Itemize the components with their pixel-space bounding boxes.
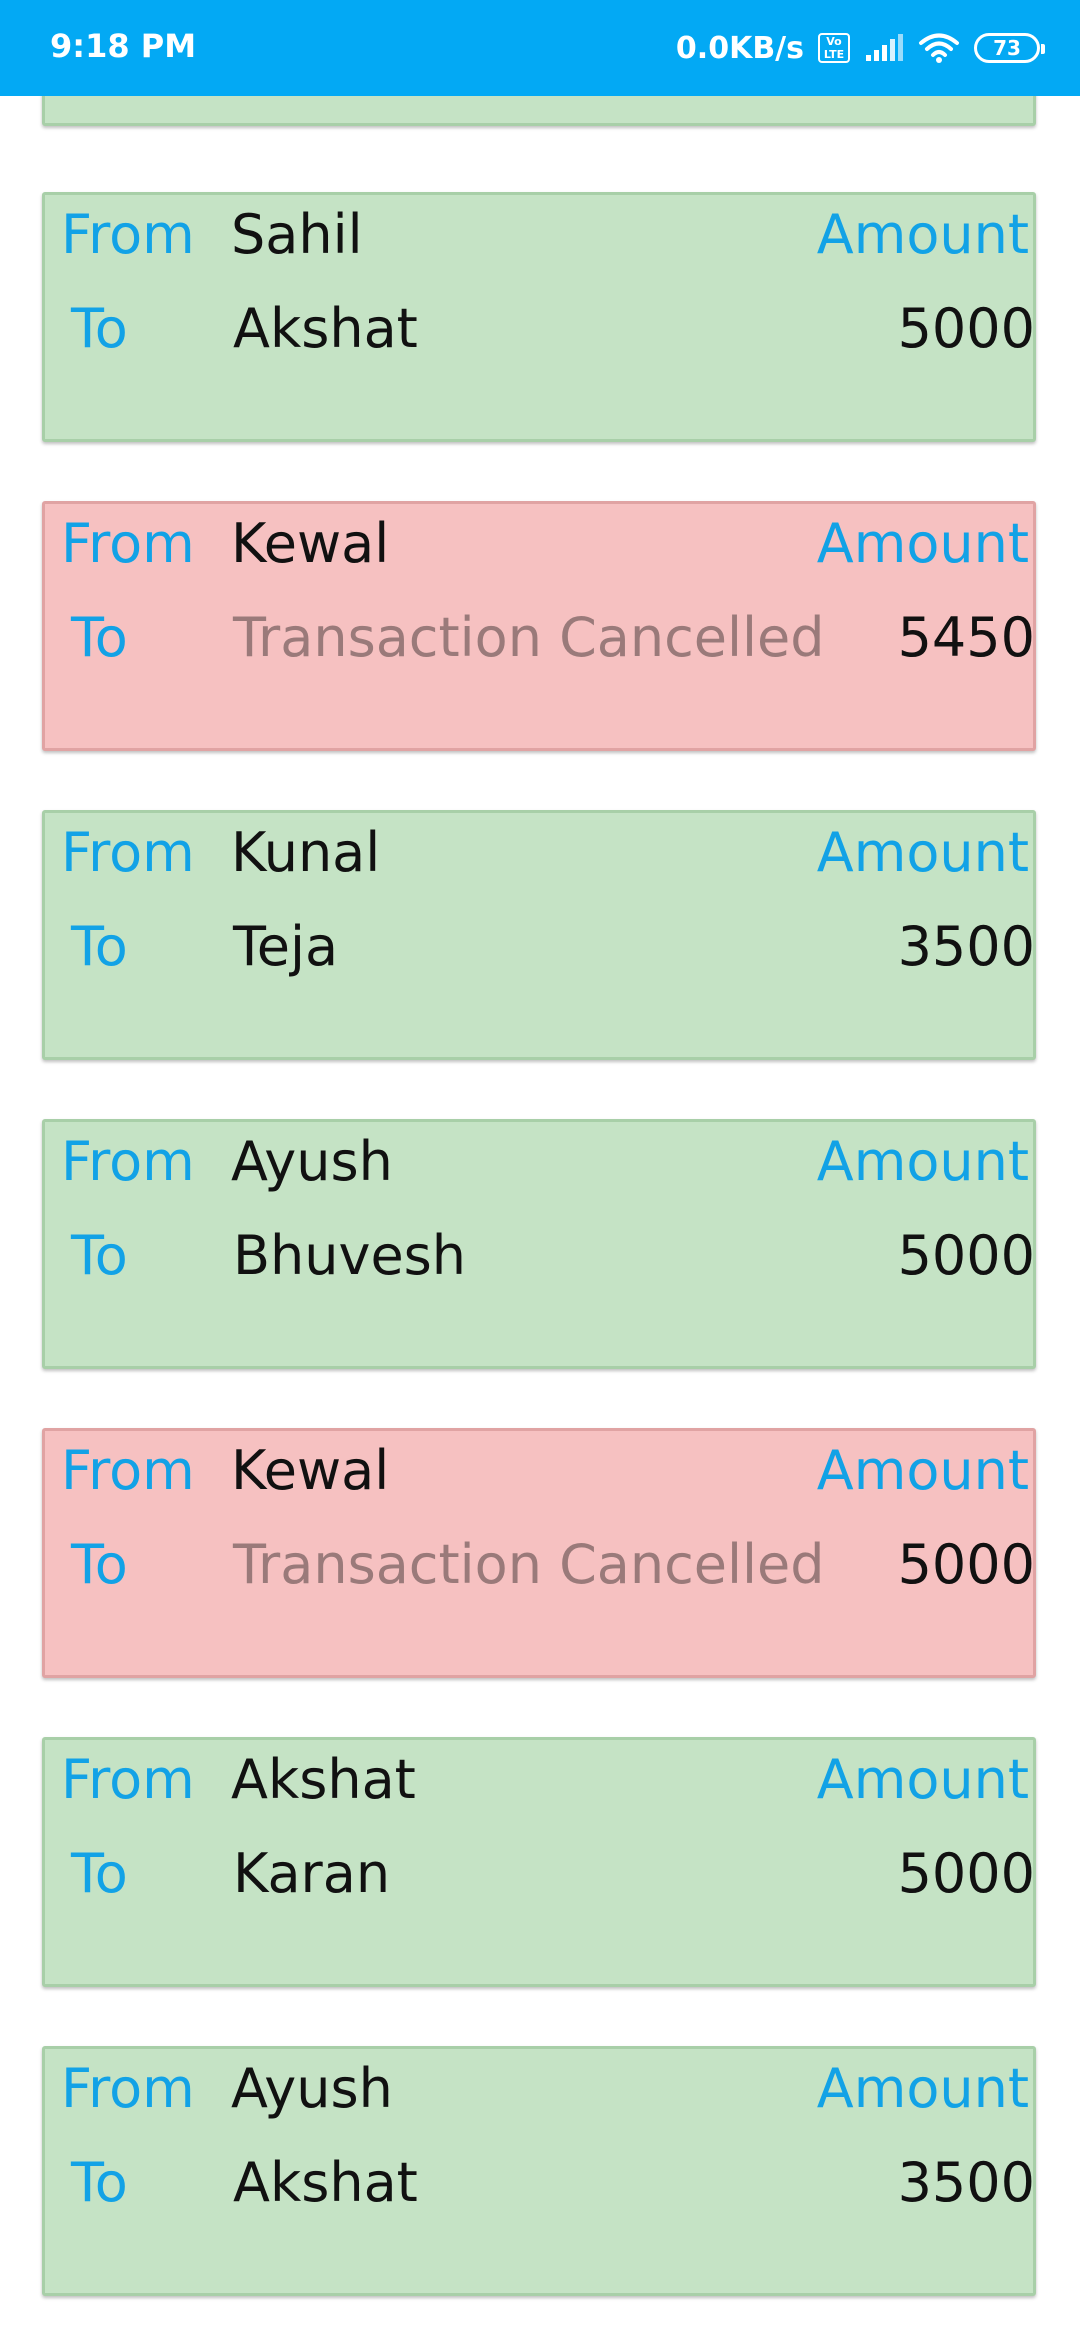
from-label: From: [61, 512, 195, 575]
amount-value: 5000: [897, 1224, 1035, 1287]
status-icons: 0.0KB/s Vo LTE 73: [675, 24, 1045, 72]
from-name: Sahil: [231, 203, 363, 266]
transaction-card[interactable]: From Akshat Amount To Karan 5000: [42, 1737, 1036, 1987]
to-name: Teja: [233, 915, 339, 978]
to-name: Bhuvesh: [233, 1224, 467, 1287]
from-name: Akshat: [231, 1748, 416, 1811]
to-label: To: [71, 606, 128, 669]
transaction-card[interactable]: From Sahil Amount To Akshat 5000: [42, 192, 1036, 442]
to-label: To: [71, 1842, 128, 1905]
amount-value: 3500: [897, 915, 1035, 978]
amount-label: Amount: [816, 203, 1029, 266]
from-name: Kewal: [231, 1439, 390, 1502]
to-name: Akshat: [233, 297, 418, 360]
amount-label: Amount: [816, 821, 1029, 884]
amount-value: 5000: [897, 1842, 1035, 1905]
battery-icon: 73: [974, 33, 1045, 63]
transaction-card[interactable]: From Ayush Amount To Akshat 3500: [42, 2046, 1036, 2296]
from-label: From: [61, 203, 195, 266]
amount-label: Amount: [816, 1748, 1029, 1811]
from-label: From: [61, 1130, 195, 1193]
amount-value: 5000: [897, 1533, 1035, 1596]
amount-value: 5000: [897, 297, 1035, 360]
volte-icon: Vo LTE: [818, 33, 850, 63]
to-label: To: [71, 915, 128, 978]
from-label: From: [61, 821, 195, 884]
from-name: Ayush: [231, 1130, 393, 1193]
to-label: To: [71, 1224, 128, 1287]
amount-value: 5450: [897, 606, 1035, 669]
from-label: From: [61, 1748, 195, 1811]
from-name: Kewal: [231, 512, 390, 575]
transaction-list[interactable]: From Sahil Amount To Akshat 5000 From Ke…: [0, 96, 1080, 2340]
to-label: To: [71, 297, 128, 360]
transaction-card[interactable]: From Ayush Amount To Bhuvesh 5000: [42, 1119, 1036, 1369]
transaction-card-cancelled[interactable]: From Kewal Amount To Transaction Cancell…: [42, 1428, 1036, 1678]
from-name: Kunal: [231, 821, 381, 884]
to-label: To: [71, 2151, 128, 2214]
transaction-card-cancelled[interactable]: From Kewal Amount To Transaction Cancell…: [42, 501, 1036, 751]
amount-label: Amount: [816, 1439, 1029, 1502]
wifi-icon: [919, 33, 959, 63]
status-time: 9:18 PM: [50, 27, 197, 65]
amount-value: 3500: [897, 2151, 1035, 2214]
from-name: Ayush: [231, 2057, 393, 2120]
transaction-card[interactable]: From Kunal Amount To Teja 3500: [42, 810, 1036, 1060]
to-name: Akshat: [233, 2151, 418, 2214]
amount-label: Amount: [816, 512, 1029, 575]
status-bar: 9:18 PM 0.0KB/s Vo LTE 73: [0, 0, 1080, 96]
network-speed: 0.0KB/s: [675, 30, 804, 66]
to-label: To: [71, 1533, 128, 1596]
from-label: From: [61, 1439, 195, 1502]
amount-label: Amount: [816, 1130, 1029, 1193]
cancelled-status: Transaction Cancelled: [233, 606, 825, 669]
to-name: Karan: [233, 1842, 391, 1905]
amount-label: Amount: [816, 2057, 1029, 2120]
signal-icon: [866, 34, 903, 61]
cancelled-status: Transaction Cancelled: [233, 1533, 825, 1596]
from-label: From: [61, 2057, 195, 2120]
transaction-card[interactable]: [42, 96, 1036, 126]
